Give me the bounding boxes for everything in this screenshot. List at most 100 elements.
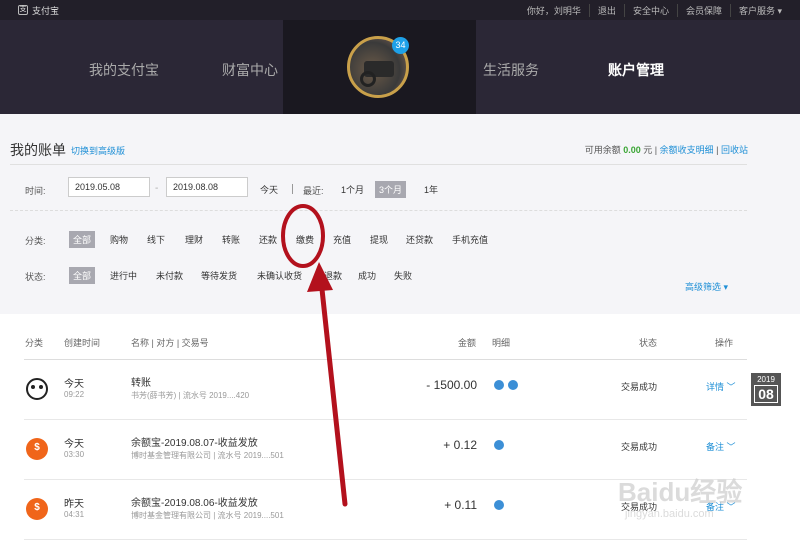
watermark-url: jingyan.baidu.com bbox=[625, 508, 714, 520]
row-amount: + 0.12 bbox=[443, 438, 477, 452]
row-time: 04:31 bbox=[64, 510, 85, 519]
status-in-progress[interactable]: 进行中 bbox=[106, 267, 141, 284]
detail-list-icon[interactable] bbox=[494, 380, 504, 390]
status-label: 状态: bbox=[25, 272, 46, 282]
category-bill-payment[interactable]: 缴费 bbox=[292, 231, 318, 248]
row-subtitle: 书芳(薛书芳) | 流水号 2019....420 bbox=[131, 391, 250, 400]
range-1-year[interactable]: 1年 bbox=[420, 181, 442, 198]
status-success[interactable]: 成功 bbox=[354, 267, 380, 284]
recycle-bin-link[interactable]: 回收站 bbox=[721, 145, 748, 155]
balance-label: 可用余额 bbox=[584, 145, 621, 155]
row-name[interactable]: 转账 bbox=[131, 374, 151, 389]
header-created-time: 创建时间 bbox=[64, 338, 101, 348]
category-offline[interactable]: 线下 bbox=[143, 231, 169, 248]
category-mobile-topup[interactable]: 手机充值 bbox=[448, 231, 492, 248]
member-protection-link[interactable]: 会员保障 bbox=[676, 3, 730, 17]
time-label: 时间: bbox=[25, 186, 46, 196]
row-remark-link[interactable]: 备注 ﹀ bbox=[706, 440, 736, 453]
balance-detail-link[interactable]: 余额收支明细 bbox=[660, 145, 714, 155]
filter-divider bbox=[10, 210, 747, 211]
separator bbox=[292, 184, 293, 194]
brand[interactable]: 支 支付宝 bbox=[18, 4, 59, 17]
status-unpaid[interactable]: 未付款 bbox=[152, 267, 187, 284]
header-name: 名称 | 对方 | 交易号 bbox=[131, 338, 209, 348]
timeline-month: 08 bbox=[754, 385, 778, 403]
advanced-filter-link[interactable]: 高级筛选 ▾ bbox=[685, 280, 728, 293]
greeting: 你好，刘明华 bbox=[526, 5, 581, 16]
page-title: 我的账单 bbox=[10, 142, 66, 158]
row-subtitle: 博时基金管理有限公司 | 流水号 2019....501 bbox=[131, 511, 284, 520]
watermark: Baidu经验 bbox=[618, 477, 743, 507]
row-time: 03:30 bbox=[64, 450, 85, 459]
category-recharge[interactable]: 充值 bbox=[329, 231, 355, 248]
divider bbox=[10, 164, 747, 165]
end-date-input[interactable]: 2019.08.08 bbox=[166, 177, 248, 197]
category-finance[interactable]: 理财 bbox=[181, 231, 207, 248]
detail-list-icon[interactable] bbox=[494, 500, 504, 510]
alipay-logo-icon: 支 bbox=[18, 5, 28, 15]
detail-list-icon[interactable] bbox=[494, 440, 504, 450]
category-all[interactable]: 全部 bbox=[69, 231, 96, 248]
category-repayment[interactable]: 还款 bbox=[255, 231, 281, 248]
nav-wealth-center[interactable]: 财富中心 bbox=[222, 60, 278, 80]
date-range-dash: - bbox=[155, 183, 159, 194]
row-subtitle: 博时基金管理有限公司 | 流水号 2019....501 bbox=[131, 451, 284, 460]
status-all[interactable]: 全部 bbox=[69, 267, 96, 284]
nav-account-management[interactable]: 账户管理 bbox=[608, 60, 664, 80]
status-failed[interactable]: 失败 bbox=[390, 267, 416, 284]
table-row[interactable]: 今天 03:30 余额宝-2019.08.07-收益发放 博时基金管理有限公司 … bbox=[24, 420, 747, 480]
balance-unit: 元 bbox=[643, 145, 653, 155]
start-date-input[interactable]: 2019.05.08 bbox=[68, 177, 150, 197]
row-status: 交易成功 bbox=[621, 382, 658, 392]
notification-badge[interactable]: 34 bbox=[392, 37, 409, 54]
security-center-link[interactable]: 安全中心 bbox=[623, 3, 677, 17]
customer-service-link[interactable]: 客户服务 ▾ bbox=[729, 3, 790, 17]
category-loan-repayment[interactable]: 还贷款 bbox=[402, 231, 437, 248]
row-amount: - 1500.00 bbox=[426, 378, 477, 392]
category-withdraw[interactable]: 提现 bbox=[366, 231, 392, 248]
switch-advanced-link[interactable]: 切换到高级版 bbox=[71, 144, 125, 157]
row-time: 09:22 bbox=[64, 390, 85, 399]
top-bar: 支 支付宝 你好，刘明华 退出 安全中心 会员保障 客户服务 ▾ bbox=[0, 0, 800, 20]
brand-name: 支付宝 bbox=[32, 5, 60, 16]
recent-label: 最近: bbox=[303, 186, 324, 196]
header-status: 状态 bbox=[639, 338, 658, 348]
row-amount: + 0.11 bbox=[444, 498, 477, 512]
logout-link[interactable]: 退出 bbox=[588, 3, 624, 17]
row-detail-link[interactable]: 详情 ﹀ bbox=[706, 380, 736, 393]
range-3-months[interactable]: 3个月 bbox=[375, 181, 407, 198]
range-1-month[interactable]: 1个月 bbox=[337, 181, 368, 198]
status-unconfirmed-receipt[interactable]: 未确认收货 bbox=[253, 267, 306, 284]
detail-info-icon[interactable] bbox=[508, 380, 518, 390]
row-name[interactable]: 余额宝-2019.08.06-收益发放 bbox=[131, 494, 258, 509]
row-detail-icons bbox=[494, 380, 518, 390]
today-button[interactable]: 今天 bbox=[256, 181, 282, 198]
nav-life-services[interactable]: 生活服务 bbox=[483, 60, 539, 80]
row-day: 昨天 bbox=[64, 499, 84, 510]
timeline-year-marker[interactable]: 2019 08 bbox=[751, 373, 781, 406]
balance-info: 可用余额 0.00 元 | 余额收支明细 | 回收站 bbox=[584, 145, 748, 155]
header-operation: 操作 bbox=[715, 338, 734, 348]
status-awaiting-shipment[interactable]: 等待发货 bbox=[197, 267, 241, 284]
row-day: 今天 bbox=[64, 379, 84, 390]
balance-amount: 0.00 bbox=[623, 145, 641, 155]
row-detail-icons bbox=[494, 440, 504, 450]
row-detail-icons bbox=[494, 500, 504, 510]
header-detail: 明细 bbox=[492, 338, 511, 348]
timeline-year: 2019 bbox=[757, 375, 775, 384]
nav-my-alipay[interactable]: 我的支付宝 bbox=[89, 60, 159, 80]
status-refund[interactable]: 退款 bbox=[320, 267, 346, 284]
table-row[interactable]: 今天 09:22 转账 书芳(薛书芳) | 流水号 2019....420 - … bbox=[24, 360, 747, 420]
money-bag-icon bbox=[26, 438, 48, 460]
row-day: 今天 bbox=[64, 439, 84, 450]
category-shopping[interactable]: 购物 bbox=[106, 231, 132, 248]
header-category: 分类 bbox=[25, 338, 44, 348]
avatar-image-wheel bbox=[360, 71, 376, 87]
header-amount: 金额 bbox=[458, 338, 477, 348]
transfer-avatar-icon bbox=[26, 378, 48, 400]
category-label: 分类: bbox=[25, 236, 46, 246]
category-transfer[interactable]: 转账 bbox=[218, 231, 244, 248]
top-links: 你好，刘明华 退出 安全中心 会员保障 客户服务 ▾ bbox=[519, 3, 790, 17]
avatar-panel: 34 bbox=[283, 20, 476, 121]
row-name[interactable]: 余额宝-2019.08.07-收益发放 bbox=[131, 434, 258, 449]
